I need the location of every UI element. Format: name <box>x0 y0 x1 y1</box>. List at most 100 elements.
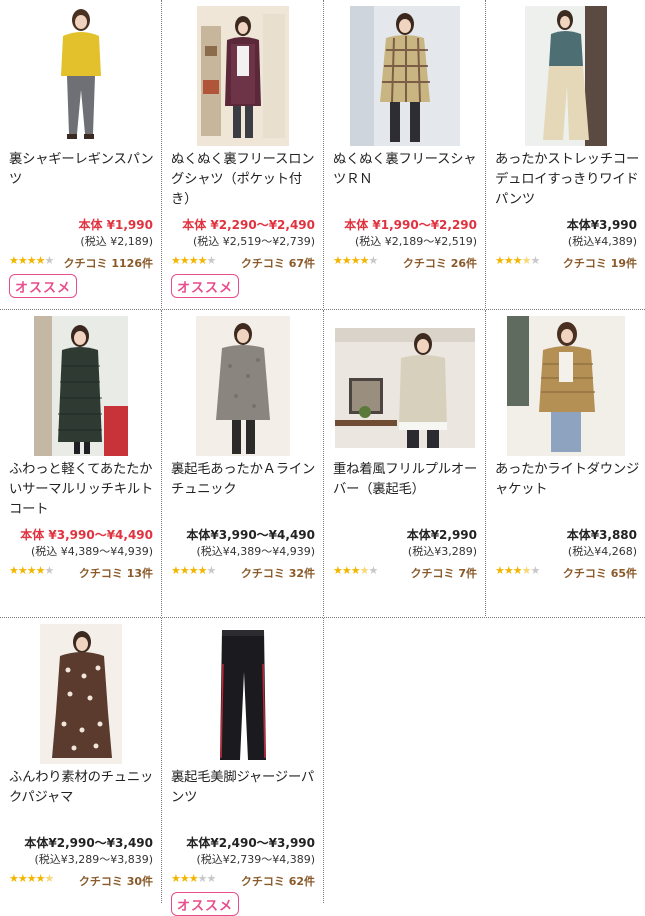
star-icon: ★ <box>188 564 199 577</box>
star-icon: ★ <box>171 254 181 267</box>
star-icon: ★ <box>495 254 505 267</box>
product-name[interactable]: ふんわり素材のチュニックパジャマ <box>9 768 157 808</box>
product-name[interactable]: 裏シャギーレギンスパンツ <box>9 150 157 190</box>
star-icon: ★ <box>503 254 514 267</box>
rating-stars: ★★★★★ <box>495 254 541 267</box>
product-tax-price: (税込 ¥2,189〜¥2,519) <box>354 235 477 248</box>
star-icon: ★ <box>206 872 217 885</box>
star-icon: ★ <box>188 254 199 267</box>
review-count-link[interactable]: クチコミ 67件 <box>241 255 315 271</box>
product-card[interactable]: ふんわり素材のチュニックパジャマ 本体¥2,990〜¥3,490 (税込¥3,2… <box>0 618 161 903</box>
star-icon: ★ <box>179 254 190 267</box>
star-icon: ★ <box>530 254 541 267</box>
star-icon: ★ <box>17 564 28 577</box>
product-tax-price: (税込¥3,289) <box>407 545 477 558</box>
product-card[interactable]: ぬくぬく裏フリースロングシャツ（ポケット付き） 本体 ¥2,290〜¥2,490… <box>162 0 323 309</box>
star-icon: ★ <box>206 254 217 267</box>
product-price: 本体 ¥1,990 <box>78 218 154 232</box>
product-price: 本体¥3,990 <box>566 218 637 232</box>
product-name[interactable]: 重ね着風フリルプルオーバー（裏起毛） <box>333 460 481 500</box>
product-name[interactable]: ぬくぬく裏フリースシャツＲＮ <box>333 150 481 190</box>
product-card[interactable]: 裏シャギーレギンスパンツ 本体 ¥1,990 (税込 ¥2,189) ★★★★★… <box>0 0 161 309</box>
star-icon: ★ <box>9 564 19 577</box>
product-image[interactable] <box>324 6 485 148</box>
star-icon: ★ <box>44 254 55 267</box>
review-count-link[interactable]: クチコミ 19件 <box>563 255 637 271</box>
product-price: 本体¥2,990〜¥3,490 <box>24 836 153 850</box>
review-count-link[interactable]: クチコミ 1126件 <box>64 255 153 271</box>
product-image[interactable] <box>0 6 161 148</box>
product-image[interactable] <box>486 316 645 458</box>
star-icon: ★ <box>35 254 46 267</box>
product-name[interactable]: ふわっと軽くてあたたかいサーマルリッチキルトコート <box>9 460 157 520</box>
star-icon: ★ <box>179 872 190 885</box>
product-image[interactable] <box>162 316 323 458</box>
rating-stars: ★★★★★ <box>171 254 217 267</box>
star-icon: ★ <box>197 872 208 885</box>
rating-stars: ★★★★★ <box>495 564 540 577</box>
rating-stars: ★★★★★ <box>333 254 378 267</box>
star-icon: ★ <box>359 564 370 577</box>
product-card[interactable]: 裏起毛美脚ジャージーパンツ 本体¥2,490〜¥3,990 (税込¥2,739〜… <box>162 618 323 916</box>
product-price: 本体 ¥1,990〜¥2,290 <box>344 218 477 232</box>
rating-stars: ★★★★★ <box>333 564 379 577</box>
star-icon: ★ <box>44 564 55 577</box>
product-card[interactable]: ぬくぬく裏フリースシャツＲＮ 本体 ¥1,990〜¥2,290 (税込 ¥2,1… <box>324 0 485 309</box>
star-icon: ★ <box>26 564 37 577</box>
star-icon: ★ <box>44 872 55 885</box>
star-icon: ★ <box>503 564 514 577</box>
product-image[interactable] <box>486 6 645 148</box>
star-icon: ★ <box>35 872 46 885</box>
product-tax-price: (税込 ¥2,519〜¥2,739) <box>192 235 315 248</box>
product-image[interactable] <box>162 624 323 766</box>
product-price: 本体¥2,990 <box>406 528 477 542</box>
product-card[interactable]: あったかストレッチコーデュロイすっきりワイドパンツ 本体¥3,990 (税込¥4… <box>486 0 645 309</box>
review-count-link[interactable]: クチコミ 30件 <box>79 873 153 889</box>
star-icon: ★ <box>9 254 19 267</box>
product-card[interactable]: あったかライトダウンジャケット 本体¥3,880 (税込¥4,268) ★★★★… <box>486 310 645 617</box>
divider <box>323 618 324 903</box>
product-card[interactable]: ふわっと軽くてあたたかいサーマルリッチキルトコート 本体 ¥3,990〜¥4,4… <box>0 310 161 617</box>
rating-stars: ★★★★★ <box>9 872 55 885</box>
review-count-link[interactable]: クチコミ 62件 <box>241 873 315 889</box>
product-image[interactable] <box>0 316 161 458</box>
product-card[interactable]: 重ね着風フリルプルオーバー（裏起毛） 本体¥2,990 (税込¥3,289) ★… <box>324 310 485 617</box>
product-grid: 裏シャギーレギンスパンツ 本体 ¥1,990 (税込 ¥2,189) ★★★★★… <box>0 0 645 916</box>
product-image[interactable] <box>324 328 485 450</box>
star-icon: ★ <box>9 872 19 885</box>
product-name[interactable]: あったかストレッチコーデュロイすっきりワイドパンツ <box>495 150 641 210</box>
star-icon: ★ <box>368 564 379 577</box>
rating-stars: ★★★★★ <box>171 872 217 885</box>
recommend-badge: オススメ <box>171 892 239 916</box>
review-count-link[interactable]: クチコミ 65件 <box>563 565 637 581</box>
product-image[interactable] <box>0 624 161 766</box>
product-name[interactable]: あったかライトダウンジャケット <box>495 460 641 500</box>
product-name[interactable]: 裏起毛美脚ジャージーパンツ <box>171 768 319 808</box>
recommend-badge: オススメ <box>9 274 77 298</box>
review-count-link[interactable]: クチコミ 7件 <box>411 565 477 581</box>
product-price: 本体 ¥3,990〜¥4,490 <box>20 528 153 542</box>
rating-stars: ★★★★★ <box>171 564 216 577</box>
product-image[interactable] <box>162 6 323 148</box>
star-icon: ★ <box>35 564 46 577</box>
star-icon: ★ <box>197 564 208 577</box>
product-card[interactable]: 裏起毛あったかＡラインチュニック 本体¥3,990〜¥4,490 (税込¥4,3… <box>162 310 323 617</box>
product-price: 本体 ¥2,290〜¥2,490 <box>182 218 315 232</box>
review-count-link[interactable]: クチコミ 32件 <box>241 565 315 581</box>
product-price: 本体¥3,990〜¥4,490 <box>186 528 315 542</box>
review-count-link[interactable]: クチコミ 13件 <box>79 565 153 581</box>
product-price: 本体¥3,880 <box>566 528 637 542</box>
product-name[interactable]: 裏起毛あったかＡラインチュニック <box>171 460 319 500</box>
product-tax-price: (税込 ¥2,189) <box>80 235 153 248</box>
star-icon: ★ <box>359 254 370 267</box>
review-count-link[interactable]: クチコミ 26件 <box>403 255 477 271</box>
star-icon: ★ <box>350 564 361 577</box>
star-icon: ★ <box>197 254 208 267</box>
recommend-badge: オススメ <box>171 274 239 298</box>
star-icon: ★ <box>341 564 352 577</box>
star-icon: ★ <box>512 254 523 267</box>
star-icon: ★ <box>350 254 361 267</box>
star-icon: ★ <box>188 872 199 885</box>
star-icon: ★ <box>521 254 532 267</box>
product-name[interactable]: ぬくぬく裏フリースロングシャツ（ポケット付き） <box>171 150 319 210</box>
